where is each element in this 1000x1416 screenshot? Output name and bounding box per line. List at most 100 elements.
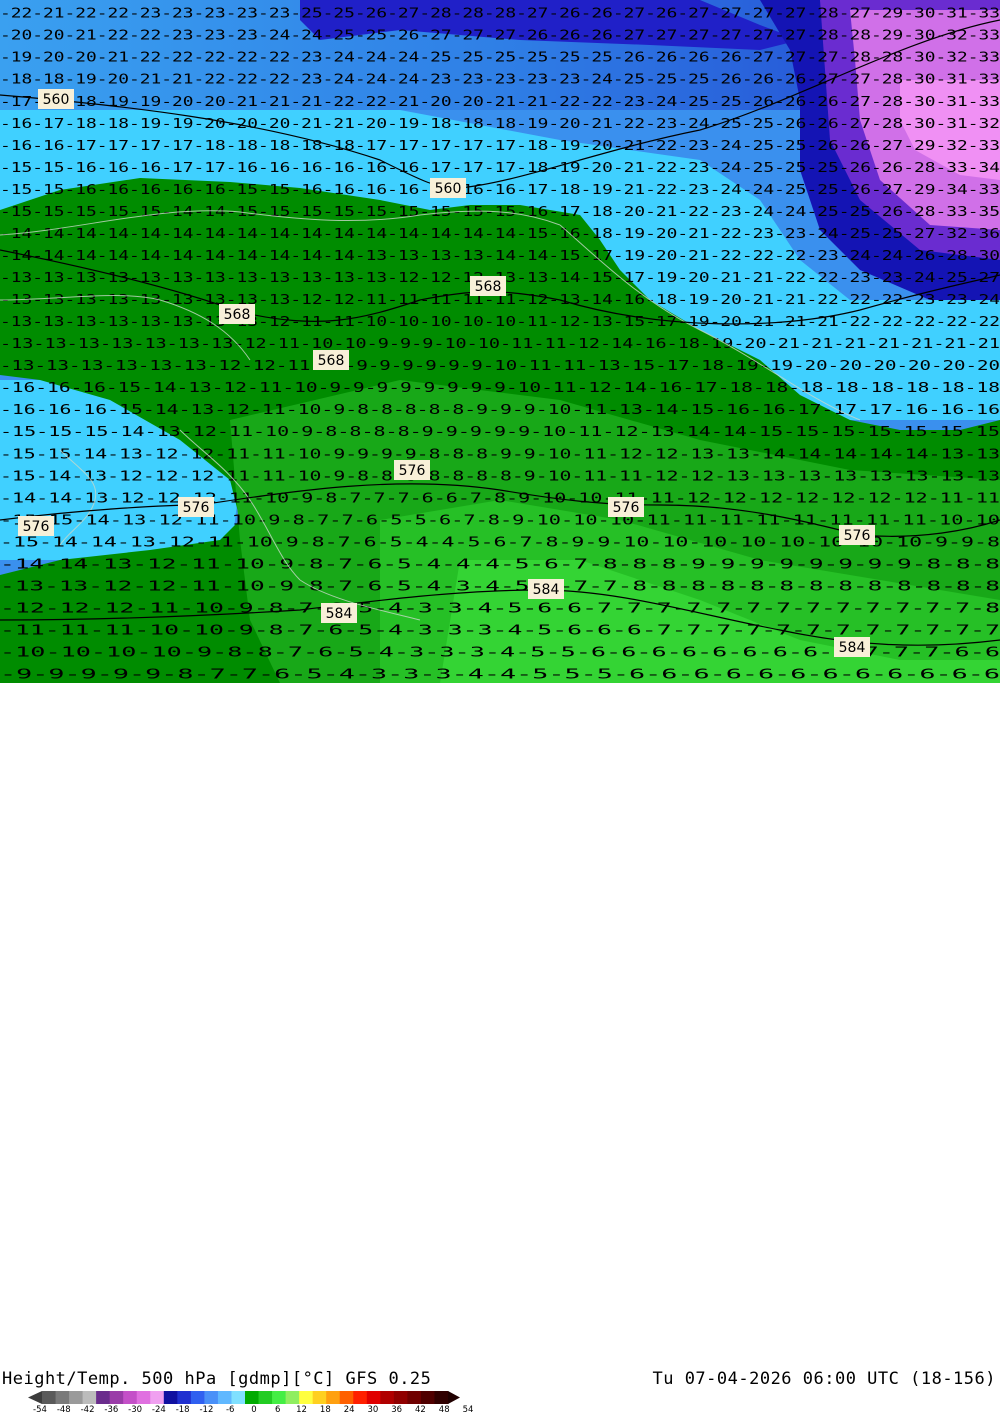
colorbar-labels: -54 -48 -42 -36 -30 -24 -18 -12 -6 0 6 12 18 24 30 36 42… (30, 1405, 473, 1416)
svg-text:568: 568 (318, 353, 345, 369)
temperature-row: -14-14-13-12-12-12-11-10-9-8-7-7-7-6-6-7… (0, 491, 1000, 506)
colorbar-cell (380, 1391, 395, 1404)
colorbar-cell (42, 1391, 57, 1404)
map-timestamp: Tu 07-04-2026 06:00 UTC (18-156) (652, 1369, 996, 1389)
temperature-row: -11-11-11-10-10-9-8-7-6-5-4-3-3-3-4-5-6-… (0, 624, 1000, 639)
colorbar-label: 12 (296, 1405, 307, 1415)
temperature-row: -18-18-19-20-21-21-22-22-22-23-24-24-24-… (0, 73, 1000, 88)
colorbar-cell (326, 1391, 341, 1404)
colorbar-label: -42 (80, 1405, 95, 1415)
colorbar (28, 1391, 460, 1404)
colorbar-cell (312, 1391, 327, 1404)
temperature-row: -13-13-12-12-11-10-9-8-7-6-5-4-3-4-5-6-7… (0, 579, 1000, 594)
colorbar-cell (258, 1391, 273, 1404)
temperature-row: -15-15-14-13-12-12-11-11-10-9-9-9-9-8-8-… (0, 447, 1000, 462)
svg-text:576: 576 (844, 528, 871, 544)
temperature-row: -13-13-13-13-13-13-13-12-11-10-10-9-9-9-… (0, 337, 1000, 352)
colorbar-cell (177, 1391, 192, 1404)
colorbar-label: 24 (343, 1405, 355, 1415)
contour-label: 576 (608, 497, 644, 517)
temperature-row: -16-17-18-18-19-19-20-20-20-21-21-20-19-… (0, 117, 1000, 132)
colorbar-cell (69, 1391, 84, 1404)
colorbar-left-arrow (28, 1391, 42, 1404)
colorbar-cell (285, 1391, 300, 1404)
temperature-row: -16-16-17-17-17-17-18-18-18-18-18-17-17-… (0, 139, 1000, 154)
colorbar-label: -30 (128, 1405, 143, 1415)
temperature-row: -14-14-13-12-11-10-9-8-7-6-5-4-4-4-5-6-7… (0, 557, 1000, 572)
colorbar-cell (136, 1391, 151, 1404)
contour-label: 576 (178, 497, 214, 517)
temperature-row: -13-13-13-13-13-13-12-12-11-10-9-9-9-9-9… (0, 359, 1000, 374)
contour-label: 584 (528, 579, 564, 599)
temperature-grid: -22-21-22-22-23-23-23-23-23-25-25-26-27-… (0, 7, 1000, 683)
svg-text:576: 576 (613, 500, 640, 516)
colorbar-cell (231, 1391, 246, 1404)
contour-label: 568 (470, 276, 506, 296)
colorbar-cell (96, 1391, 111, 1404)
svg-text:560: 560 (43, 92, 70, 108)
temperature-row: -19-20-20-21-22-22-22-22-22-23-24-24-24-… (0, 51, 1000, 66)
colorbar-cell (190, 1391, 205, 1404)
colorbar-label: 36 (391, 1405, 403, 1415)
colorbar-cell (434, 1391, 449, 1404)
colorbar-label: -24 (151, 1405, 166, 1415)
colorbar-cell (299, 1391, 314, 1404)
colorbar-cell (366, 1391, 381, 1404)
colorbar-cell (420, 1391, 435, 1404)
colorbar-label: 48 (438, 1405, 450, 1415)
colorbar-cell (163, 1391, 178, 1404)
temperature-row: -22-21-22-22-23-23-23-23-23-25-25-26-27-… (0, 7, 1000, 22)
colorbar-label: -54 (33, 1405, 47, 1415)
colorbar-label: 30 (367, 1405, 379, 1415)
svg-text:568: 568 (224, 307, 251, 323)
contour-label: 576 (18, 516, 54, 536)
colorbar-cell (272, 1391, 287, 1404)
colorbar-label: -36 (104, 1405, 119, 1415)
colorbar-right-arrow (448, 1391, 460, 1404)
svg-text:560: 560 (435, 181, 462, 197)
temperature-row: -16-16-16-15-14-13-12-11-10-9-9-9-9-9-9-… (0, 381, 1000, 396)
svg-text:568: 568 (475, 279, 502, 295)
map-title: Height/Temp. 500 hPa [gdmp][°C] GFS 0.25 (2, 1369, 432, 1389)
colorbar-label: 42 (415, 1405, 426, 1415)
temperature-row: -17-18-18-19-19-20-20-21-21-21-22-22-21-… (0, 95, 1000, 110)
contour-label: 568 (219, 304, 255, 324)
temperature-row: -15-15-16-16-16-17-17-16-16-16-16-16-16-… (0, 161, 1000, 176)
colorbar-label: -12 (199, 1405, 214, 1415)
contour-label: 584 (321, 603, 357, 623)
colorbar-label: -18 (175, 1405, 190, 1415)
colorbar-label: 18 (319, 1405, 331, 1415)
colorbar-label: -6 (225, 1405, 235, 1415)
contour-label: 576 (394, 460, 430, 480)
contour-label: 584 (834, 637, 870, 657)
colorbar-cell (353, 1391, 368, 1404)
colorbar-label: -48 (56, 1405, 71, 1415)
svg-text:584: 584 (533, 582, 560, 598)
colorbar-cell (123, 1391, 138, 1404)
temperature-row: -20-20-21-22-22-23-23-23-24-24-25-25-26-… (0, 29, 1000, 44)
colorbar-label: 54 (462, 1405, 474, 1415)
svg-text:584: 584 (839, 640, 866, 656)
contour-label: 568 (313, 350, 349, 370)
svg-text:576: 576 (183, 500, 210, 516)
temperature-row: -14-14-14-14-14-14-14-14-14-14-14-13-13-… (0, 249, 1000, 264)
svg-text:576: 576 (399, 463, 426, 479)
map-canvas: -22-21-22-22-23-23-23-23-23-25-25-26-27-… (0, 0, 1000, 683)
colorbar-cell (150, 1391, 165, 1404)
colorbar-cell (204, 1391, 219, 1404)
colorbar-cell (109, 1391, 124, 1404)
colorbar-cell (245, 1391, 260, 1404)
temperature-row: -13-13-13-13-13-13-13-13-12-11-11-10-10-… (0, 315, 1000, 330)
colorbar-cell (55, 1391, 70, 1404)
temperature-row: -12-12-12-11-10-9-8-7-6-5-4-3-3-4-5-6-6-… (0, 601, 1000, 616)
contour-label: 560 (430, 178, 466, 198)
contour-label: 560 (38, 89, 74, 109)
colorbar-cell (82, 1391, 97, 1404)
map-footer: Height/Temp. 500 hPa [gdmp][°C] GFS 0.25… (0, 683, 1000, 1415)
temperature-row: -15-15-16-16-16-16-16-15-15-16-16-16-16-… (0, 183, 1000, 198)
colorbar-label: 0 (251, 1405, 257, 1415)
temperature-row: -14-14-14-14-14-14-14-14-14-14-14-14-14-… (0, 227, 1000, 242)
colorbar-cell (393, 1391, 408, 1404)
colorbar-cell (339, 1391, 354, 1404)
weather-map: -22-21-22-22-23-23-23-23-23-25-25-26-27-… (0, 0, 1000, 683)
